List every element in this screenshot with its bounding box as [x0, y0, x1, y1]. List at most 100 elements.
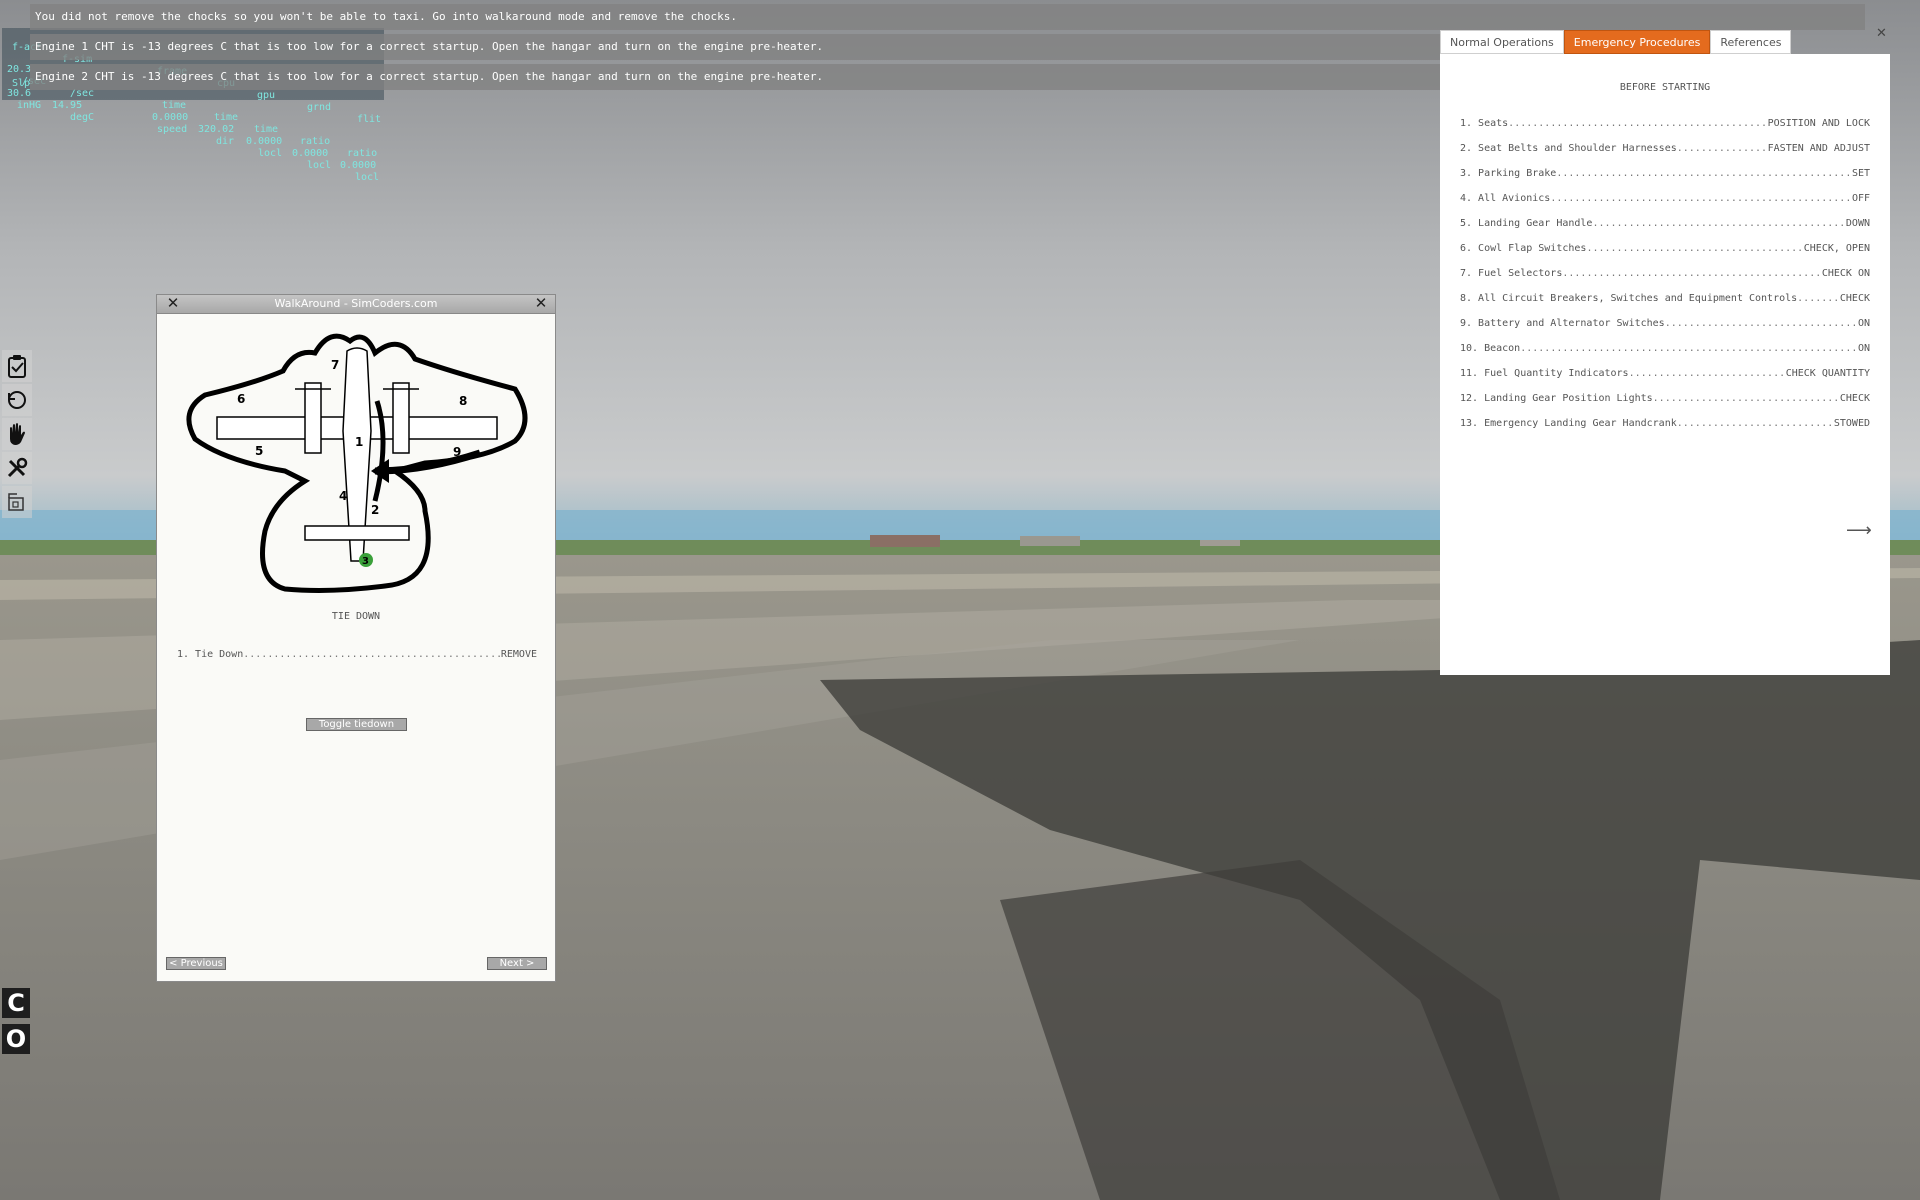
checklist-item[interactable]: 5. Landing Gear Handle DOWN: [1460, 218, 1870, 243]
leader-dots: [1520, 343, 1858, 368]
checklist-item-action: SET: [1851, 168, 1870, 179]
checklist-item-label: 7. Fuel Selectors: [1460, 268, 1563, 279]
data-output-cell: dir: [216, 136, 235, 147]
checklist-content: BEFORE STARTING 1. Seats POSITION AND LOC…: [1440, 54, 1890, 675]
walkaround-step-number: 5: [255, 444, 263, 458]
copilot-button[interactable]: C: [2, 988, 30, 1018]
clipboard-icon: [8, 355, 26, 378]
checklist-item-action: CHECK QUANTITY: [1785, 368, 1870, 379]
data-output-cell: 0.0000: [152, 112, 189, 123]
warning-message-engine-2: Engine 2 CHT is -13 degrees C that is to…: [30, 64, 1445, 90]
checklist-item-label: 12. Landing Gear Position Lights: [1460, 393, 1653, 404]
checklist-item-action: CHECK, OPEN: [1803, 243, 1870, 254]
checklist-item-action: DOWN: [1845, 218, 1870, 229]
checklist-item-label: 8. All Circuit Breakers, Switches and Eq…: [1460, 293, 1798, 304]
walkaround-step-number: 1: [355, 435, 363, 449]
tab-normal-operations[interactable]: Normal Operations: [1440, 30, 1564, 54]
walkaround-button[interactable]: [2, 384, 32, 416]
checklist-items: 1. Seats POSITION AND LOCK 2. Seat Belts …: [1460, 118, 1870, 443]
data-output-cell: ratio: [347, 148, 378, 159]
leader-dots: [1677, 418, 1834, 443]
walkaround-title: WalkAround - SimCoders.com: [274, 297, 438, 310]
checklist-item[interactable]: 11. Fuel Quantity Indicators CHECK QUANTI…: [1460, 368, 1870, 393]
close-icon[interactable]: ✕: [1876, 27, 1888, 40]
leader-dots: [1562, 268, 1821, 293]
leader-dots: [1665, 318, 1858, 343]
checklist-item-label: 13. Emergency Landing Gear Handcrank: [1460, 418, 1677, 429]
leader-dots: [1677, 143, 1768, 168]
view-button[interactable]: [2, 486, 32, 518]
checklist-item-action: CHECK ON: [1821, 268, 1870, 279]
warning-message-engine-1: Engine 1 CHT is -13 degrees C that is to…: [30, 34, 1445, 60]
checklist-item-label: 6. Cowl Flap Switches: [1460, 243, 1587, 254]
checklist-item[interactable]: 8. All Circuit Breakers, Switches and Eq…: [1460, 293, 1870, 318]
checklist-tabs: Normal Operations Emergency Procedures R…: [1440, 30, 1792, 54]
data-output-cell: 0.0000: [246, 136, 283, 147]
data-output-cell: 0.0000: [292, 148, 329, 159]
checklist-item[interactable]: 7. Fuel Selectors CHECK ON: [1460, 268, 1870, 293]
leader-dots: [1556, 168, 1852, 193]
data-output-cell: 0.0000: [340, 160, 377, 171]
checklist-panel: Normal Operations Emergency Procedures R…: [1440, 30, 1890, 675]
tab-emergency-procedures[interactable]: Emergency Procedures: [1563, 30, 1711, 54]
checklist-item-action: ON: [1857, 343, 1870, 354]
close-icon[interactable]: ✕: [165, 296, 181, 312]
walkaround-window: ✕ WalkAround - SimCoders.com ✕ 1 2 3 4 5…: [156, 294, 556, 982]
checklist-item[interactable]: 2. Seat Belts and Shoulder Harnesses FAST…: [1460, 143, 1870, 168]
checklist-item-label: 11. Fuel Quantity Indicators: [1460, 368, 1629, 379]
checklist-item-action: FASTEN AND ADJUST: [1767, 143, 1870, 154]
data-output-cell: flit: [357, 114, 382, 125]
data-output-cell: 14.95: [52, 100, 83, 111]
data-output-cell: grnd: [307, 102, 332, 113]
leader-dots: [1586, 243, 1803, 268]
walkaround-titlebar[interactable]: ✕ WalkAround - SimCoders.com ✕: [157, 295, 555, 314]
data-output-cell: locl: [307, 160, 332, 171]
checklist-heading: BEFORE STARTING: [1619, 82, 1711, 93]
data-output-cell: inHG: [17, 100, 42, 111]
checklist-button[interactable]: [2, 350, 32, 382]
walkaround-item-label: 1. Tie Down: [177, 649, 244, 660]
checklist-item[interactable]: 10. Beacon ON: [1460, 343, 1870, 368]
checklist-item-label: 3. Parking Brake: [1460, 168, 1557, 179]
checklist-item[interactable]: 13. Emergency Landing Gear Handcrank STOW…: [1460, 418, 1870, 443]
next-page-arrow-icon[interactable]: ⟶: [1846, 520, 1872, 541]
data-output-cell: locl: [355, 172, 380, 183]
walkaround-heading: TIE DOWN: [331, 611, 381, 622]
checklist-item[interactable]: 12. Landing Gear Position Lights CHECK: [1460, 393, 1870, 418]
close-icon[interactable]: ✕: [533, 296, 549, 312]
rotate-icon: [8, 391, 26, 409]
checklist-item[interactable]: 1. Seats POSITION AND LOCK: [1460, 118, 1870, 143]
leader-dots: [1550, 193, 1852, 218]
previous-button[interactable]: < Previous: [166, 957, 226, 970]
checklist-item-action: OFF: [1851, 193, 1870, 204]
checklist-item-action: STOWED: [1833, 418, 1870, 429]
warning-message-chocks: You did not remove the chocks so you won…: [30, 4, 1865, 30]
checklist-item-label: 4. All Avionics: [1460, 193, 1551, 204]
checklist-item-label: 10. Beacon: [1460, 343, 1521, 354]
checklist-item-label: 5. Landing Gear Handle: [1460, 218, 1593, 229]
walkaround-step-number: 4: [339, 489, 347, 503]
checklist-item-action: CHECK: [1839, 393, 1870, 404]
walkaround-step-number: 7: [331, 358, 339, 372]
checklist-item-action: CHECK: [1839, 293, 1870, 304]
leader-dots: [243, 649, 501, 660]
checklist-item[interactable]: 4. All Avionics OFF: [1460, 193, 1870, 218]
checklist-item[interactable]: 6. Cowl Flap Switches CHECK, OPEN: [1460, 243, 1870, 268]
maintenance-button[interactable]: [2, 452, 32, 484]
checklist-item-label: 2. Seat Belts and Shoulder Harnesses: [1460, 143, 1677, 154]
toggle-tiedown-button[interactable]: Toggle tiedown: [306, 718, 407, 731]
walkaround-diagram: 1 2 3 4 5 6 7 8 9: [186, 333, 528, 593]
ground-handling-button[interactable]: [2, 418, 32, 450]
tab-references[interactable]: References: [1710, 30, 1792, 54]
options-button[interactable]: O: [2, 1024, 30, 1054]
walkaround-step-number: 8: [459, 394, 467, 408]
checklist-item-action: POSITION AND LOCK: [1767, 118, 1870, 129]
checklist-item[interactable]: 3. Parking Brake SET: [1460, 168, 1870, 193]
data-output-cell: ratio: [300, 136, 331, 147]
data-output-cell: locl: [258, 148, 283, 159]
checklist-item[interactable]: 9. Battery and Alternator Switches ON: [1460, 318, 1870, 343]
data-output-cell: time: [214, 112, 239, 123]
left-toolbar: [2, 350, 32, 520]
next-button[interactable]: Next >: [487, 957, 547, 970]
data-output-cell: speed: [157, 124, 188, 135]
